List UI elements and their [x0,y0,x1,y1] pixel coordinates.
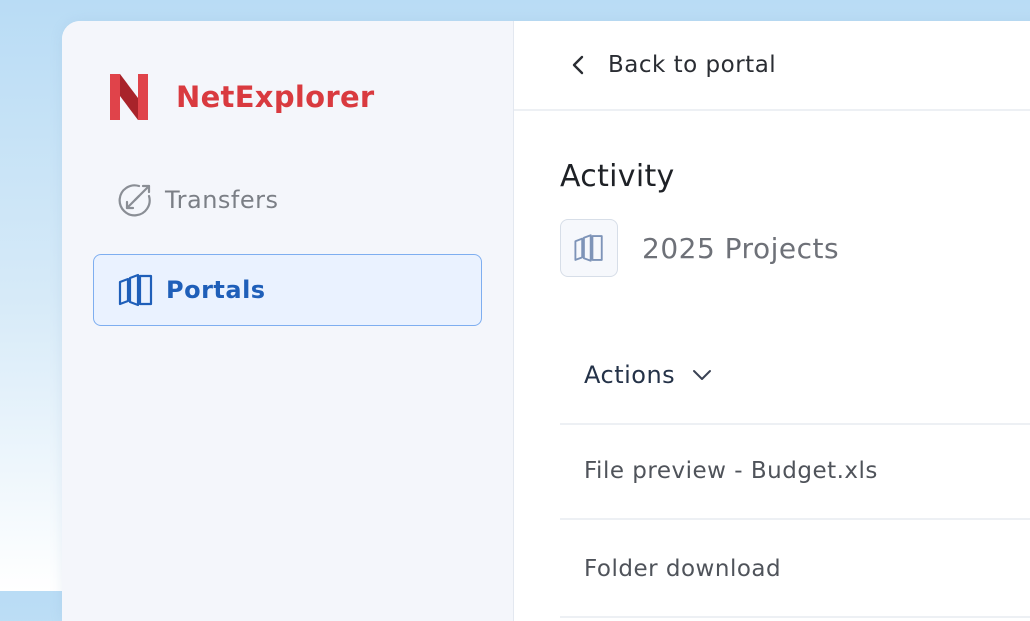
chevron-left-icon [572,55,584,75]
sidebar-item-label: Transfers [165,186,279,214]
table-row[interactable]: Folder download [560,522,1030,618]
portal-name: 2025 Projects [642,231,840,265]
action-label: Folder download [584,556,782,582]
main-content: Back to portal Activity 2025 Projects Ac… [514,21,1030,621]
portals-icon [560,219,618,277]
back-to-portal-link[interactable]: Back to portal [570,52,776,78]
brand: NetExplorer [106,69,375,125]
sidebar-item-label: Portals [166,276,266,304]
table-row[interactable]: File preview - Budget.xls [560,424,1030,520]
sidebar: NetExplorer Transfers Portals [62,21,514,621]
action-label: File preview - Budget.xls [584,458,878,484]
brand-name: NetExplorer [176,80,375,114]
sidebar-item-transfers[interactable]: Transfers [93,164,482,236]
back-label: Back to portal [608,52,777,78]
transfers-icon [115,180,155,220]
actions-label: Actions [584,361,676,389]
app-window: NetExplorer Transfers Portals Back to po… [62,21,1030,621]
topbar: Back to portal [514,21,1030,111]
portal-info: 2025 Projects [560,219,839,277]
actions-dropdown[interactable]: Actions [560,327,1030,425]
page-title: Activity [560,159,675,194]
netexplorer-logo-icon [110,74,148,120]
portals-icon [116,270,156,310]
chevron-down-icon [693,370,712,380]
sidebar-item-portals[interactable]: Portals [93,254,482,326]
